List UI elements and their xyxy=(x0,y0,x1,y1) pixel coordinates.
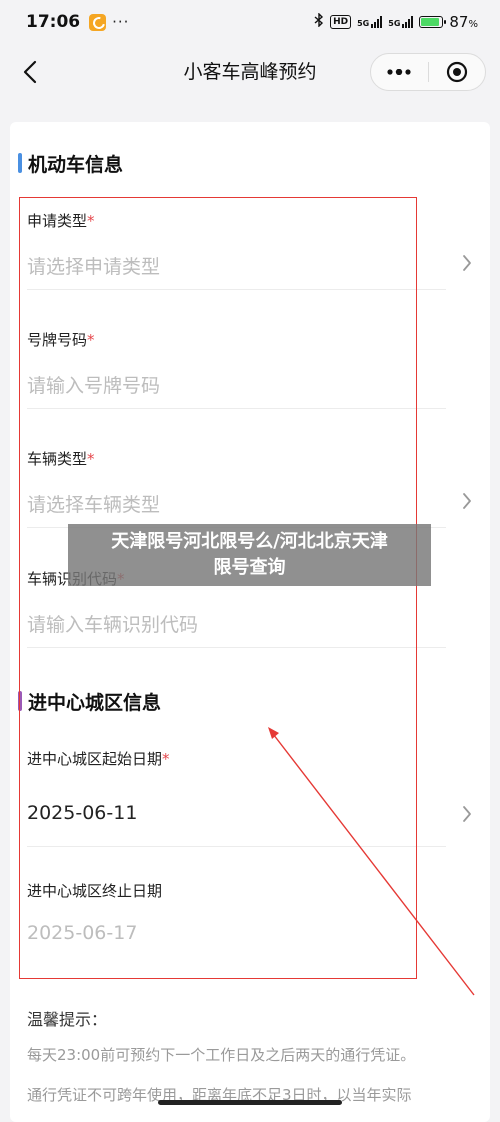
mini-program-capsule xyxy=(370,53,486,91)
more-dots-icon xyxy=(387,69,411,75)
signal-icon: 5G xyxy=(357,16,383,28)
status-time: 17:06 xyxy=(26,12,81,32)
section-title-vehicle: 机动车信息 xyxy=(18,150,123,177)
section-accent-bar xyxy=(18,153,22,173)
more-button[interactable] xyxy=(371,54,428,90)
field-label-plate-number: 号牌号码* xyxy=(27,331,95,349)
battery-icon xyxy=(419,16,447,28)
plate-number-input[interactable]: 请输入号牌号码 xyxy=(27,371,160,398)
bluetooth-icon xyxy=(314,12,324,31)
chevron-right-icon[interactable] xyxy=(460,253,474,273)
field-label-start-date: 进中心城区起始日期* xyxy=(27,750,170,768)
divider xyxy=(27,408,446,409)
overlay-banner: 天津限号河北限号么/河北北京天津 限号查询 xyxy=(68,524,431,586)
chevron-right-icon[interactable] xyxy=(460,804,474,824)
divider xyxy=(27,647,446,648)
vehicle-type-select[interactable]: 请选择车辆类型 xyxy=(27,490,160,517)
chevron-right-icon[interactable] xyxy=(460,491,474,511)
apply-type-select[interactable]: 请选择申请类型 xyxy=(27,252,160,279)
target-icon xyxy=(446,61,467,83)
status-bar: 17:06 ··· HD 5G 5G 87% xyxy=(0,0,500,44)
form-card: 机动车信息 申请类型* 请选择申请类型 号牌号码* 请输入号牌号码 车辆类型* … xyxy=(10,122,490,1122)
start-date-picker[interactable]: 2025-06-11 xyxy=(27,802,137,824)
field-label-vehicle-type: 车辆类型* xyxy=(27,450,95,468)
close-mini-program-button[interactable] xyxy=(429,54,486,90)
battery-percentage: 87% xyxy=(449,13,478,31)
section-title-city: 进中心城区信息 xyxy=(18,688,161,715)
signal-icon-2: 5G xyxy=(388,16,414,28)
status-indicators: HD 5G 5G 87% xyxy=(314,12,478,31)
section-accent-bar xyxy=(18,691,22,711)
tips-title: 温馨提示： xyxy=(27,1010,108,1029)
divider xyxy=(27,846,446,847)
app-notification-icon xyxy=(89,13,107,31)
hd-badge: HD xyxy=(330,15,352,29)
field-label-end-date: 进中心城区终止日期 xyxy=(27,882,163,900)
more-notifications-icon: ··· xyxy=(112,13,130,31)
navigation-bar: 小客车高峰预约 xyxy=(0,44,500,100)
field-label-apply-type: 申请类型* xyxy=(27,212,95,230)
tips-line: 每天23:00前可预约下一个工作日及之后两天的通行凭证。 xyxy=(27,1046,416,1064)
vin-input[interactable]: 请输入车辆识别代码 xyxy=(27,610,198,637)
divider xyxy=(27,289,446,290)
home-indicator[interactable] xyxy=(158,1100,342,1105)
end-date-display: 2025-06-17 xyxy=(27,922,138,944)
